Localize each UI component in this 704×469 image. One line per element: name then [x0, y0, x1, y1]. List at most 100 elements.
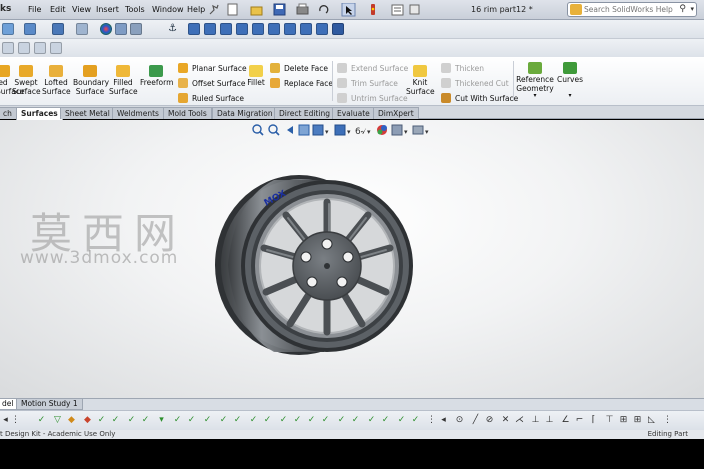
boundary-surface-button[interactable]: Boundary Surface: [73, 65, 109, 96]
tab-surfaces[interactable]: Surfaces: [16, 107, 63, 120]
reference-geometry-dropdown-icon[interactable]: ▾: [516, 93, 554, 99]
filter-solids-icon[interactable]: ✓: [186, 415, 197, 426]
filter-vertices-icon[interactable]: ✓: [126, 415, 137, 426]
move-entities-icon[interactable]: ⊤: [604, 415, 615, 426]
new-document-icon[interactable]: [227, 3, 238, 16]
centerline-icon[interactable]: ⊘: [484, 415, 495, 426]
filter-routing-icon[interactable]: ✓: [410, 415, 421, 426]
filter-welds-icon[interactable]: ✓: [336, 415, 347, 426]
isometric-view-icon[interactable]: [284, 23, 296, 35]
menu-view[interactable]: View: [72, 5, 91, 14]
four-view-icon[interactable]: [34, 42, 46, 54]
tab-direct-editing[interactable]: Direct Editing: [274, 107, 335, 119]
filter-faces-icon[interactable]: ▾: [156, 415, 167, 426]
swept-surface-button[interactable]: Swept Surface: [12, 65, 41, 96]
filter-blocks-icon[interactable]: ✓: [380, 415, 391, 426]
fillet-button[interactable]: Fillet: [246, 65, 266, 87]
appearance-icon[interactable]: [100, 23, 112, 35]
search-box[interactable]: ⚲ ▾: [567, 2, 697, 17]
right-view-icon[interactable]: [236, 23, 248, 35]
extend-surface-button[interactable]: Extend Surface: [337, 63, 408, 73]
hide-show-items-icon[interactable]: 6৵ ▾: [355, 127, 371, 137]
back-view-icon[interactable]: [204, 23, 216, 35]
filter-cosmetic-thread-icon[interactable]: ✓: [396, 415, 407, 426]
file-properties-icon[interactable]: [391, 4, 404, 16]
thickened-cut-button[interactable]: Thickened Cut: [441, 78, 509, 88]
view-orientation-icon[interactable]: ▾: [312, 124, 329, 136]
anchor-icon[interactable]: ⚓: [168, 23, 180, 35]
thicken-button[interactable]: Thicken: [441, 63, 484, 73]
freeform-button[interactable]: Freeform: [140, 65, 173, 87]
sketch-fillet-icon[interactable]: ◺: [646, 415, 657, 426]
smart-dimension-icon[interactable]: ✓: [36, 415, 47, 426]
tab-motion-study-1[interactable]: Motion Study 1: [16, 399, 83, 410]
menu-insert[interactable]: Insert: [96, 5, 119, 14]
top-view-icon[interactable]: [252, 23, 264, 35]
trim-entities-icon[interactable]: ✕: [500, 415, 511, 426]
apply-scene-icon[interactable]: ▾: [391, 124, 408, 136]
filter-surface-finish-icon[interactable]: ✓: [366, 415, 377, 426]
link-views-icon[interactable]: [50, 42, 62, 54]
curves-button[interactable]: Curves ▾: [556, 62, 584, 99]
filter-centers-icon[interactable]: ✓: [278, 415, 289, 426]
search-icon[interactable]: ⚲: [679, 4, 686, 14]
knit-surface-button[interactable]: Knit Surface: [406, 65, 435, 96]
filter-axes-icon[interactable]: ✓: [202, 415, 213, 426]
filter-icon[interactable]: ▽: [52, 415, 63, 426]
view-settings-icon[interactable]: ▾: [412, 125, 429, 136]
cut-with-surface-button[interactable]: Cut With Surface: [441, 93, 518, 103]
trimetric-view-icon[interactable]: [300, 23, 312, 35]
tab-evaluate[interactable]: Evaluate: [332, 107, 375, 119]
search-input[interactable]: [584, 4, 678, 15]
normal-to-icon[interactable]: [332, 23, 344, 35]
filled-surface-button[interactable]: Filled Surface: [109, 65, 138, 96]
tab-sketch[interactable]: ch: [0, 107, 17, 119]
offset-surface-button[interactable]: Offset Surface: [178, 78, 246, 88]
front-view-icon[interactable]: [188, 23, 200, 35]
left-view-icon[interactable]: [220, 23, 232, 35]
pin-icon[interactable]: [209, 4, 219, 15]
save-icon[interactable]: [273, 3, 286, 16]
search-dropdown-icon[interactable]: ▾: [690, 5, 694, 13]
lofted-surface-button[interactable]: Lofted Surface: [42, 65, 71, 96]
toolbar-overflow-icon[interactable]: ◂: [438, 415, 449, 426]
filter-datum-icon[interactable]: ✓: [320, 415, 331, 426]
trim-surface-button[interactable]: Trim Surface: [337, 78, 398, 88]
menu-edit[interactable]: Edit: [50, 5, 66, 14]
line-icon[interactable]: ╱: [470, 415, 481, 426]
undo-icon[interactable]: [319, 5, 329, 14]
filter-sketch-segments-icon[interactable]: ✓: [248, 415, 259, 426]
display-style-icon[interactable]: ▾: [334, 124, 351, 136]
tab-data-migration[interactable]: Data Migration: [212, 107, 278, 119]
tab-mold-tools[interactable]: Mold Tools: [163, 107, 212, 119]
single-view-icon[interactable]: [2, 42, 14, 54]
rotate-icon[interactable]: ✓: [96, 415, 107, 426]
two-view-icon[interactable]: [18, 42, 30, 54]
graphics-area[interactable]: ▾ ▾ 6৵ ▾ ▾ ▾ 莫西网 www.3dmox.com MOX: [0, 120, 704, 398]
filter-notes-icon[interactable]: ✓: [306, 415, 317, 426]
filter-planes-icon[interactable]: ✓: [218, 415, 229, 426]
menu-help[interactable]: Help: [187, 5, 205, 14]
tab-weldments[interactable]: Weldments: [112, 107, 164, 119]
selection-icon[interactable]: ⋮: [10, 415, 21, 426]
filter-dimensions-icon[interactable]: ✓: [292, 415, 303, 426]
hide-show-icon[interactable]: [76, 23, 88, 35]
menu-file[interactable]: File: [28, 5, 41, 14]
offset-entities-icon[interactable]: ⌈: [588, 415, 599, 426]
reference-geometry-button[interactable]: Reference Geometry ▾: [516, 62, 554, 99]
split-entities-icon[interactable]: ⊥: [530, 415, 541, 426]
zoom-to-area-icon[interactable]: [268, 124, 280, 136]
jog-line-icon[interactable]: ⊥: [544, 415, 555, 426]
filter-edges-icon[interactable]: ✓: [140, 415, 151, 426]
mate-icon[interactable]: ◆: [66, 415, 77, 426]
display-style-icon[interactable]: [52, 23, 64, 35]
tab-sheet-metal[interactable]: Sheet Metal: [60, 107, 115, 119]
mirror-icon[interactable]: ⌐: [574, 415, 585, 426]
previous-view-icon[interactable]: [287, 126, 293, 134]
select-icon[interactable]: [341, 3, 356, 17]
curves-dropdown-icon[interactable]: ▾: [556, 93, 584, 99]
extruded-surface-button[interactable]: ed Surface: [0, 65, 25, 96]
wheel-rim-model[interactable]: MOX: [214, 170, 438, 360]
options-icon[interactable]: [409, 4, 420, 15]
planar-surface-button[interactable]: Planar Surface: [178, 63, 247, 73]
